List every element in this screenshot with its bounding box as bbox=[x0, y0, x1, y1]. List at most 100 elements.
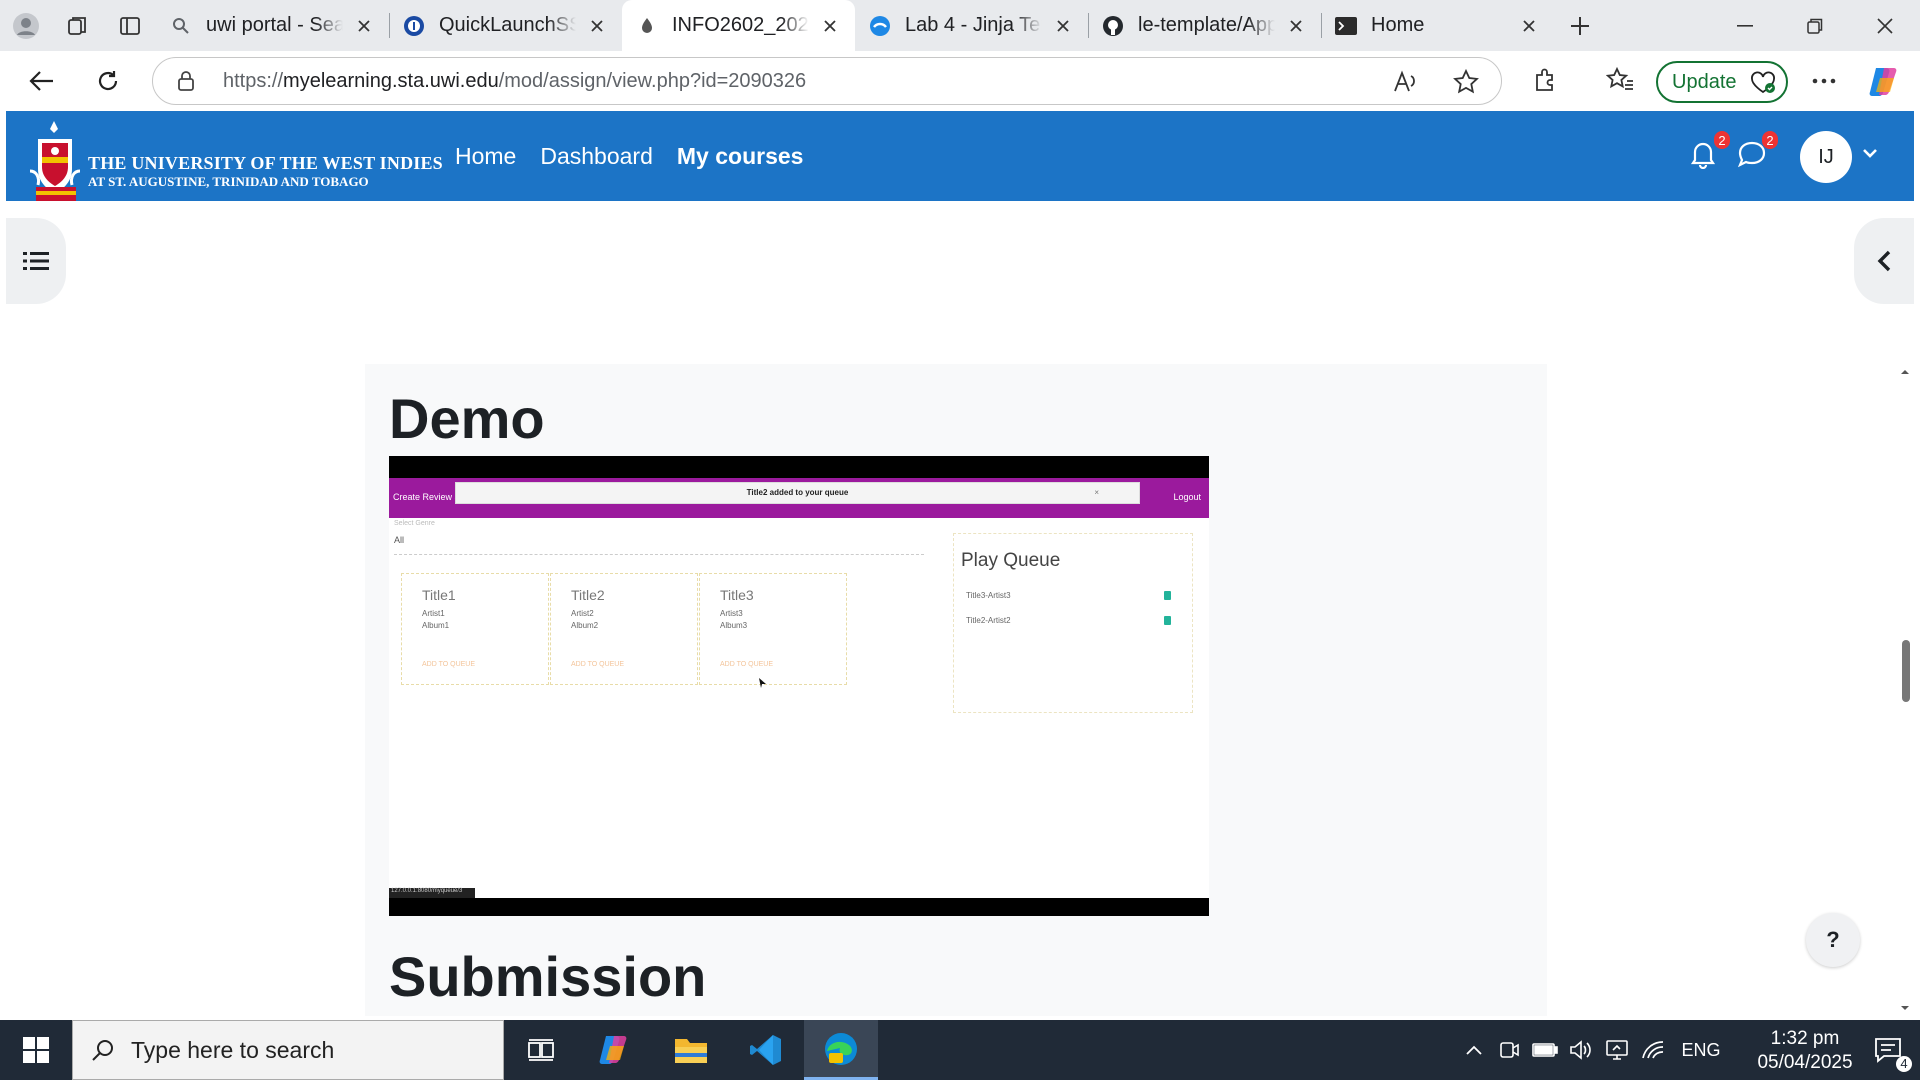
chevron-left-icon bbox=[1876, 250, 1892, 272]
clock[interactable]: 1:32 pm 05/04/2025 bbox=[1750, 1027, 1860, 1075]
messages-button[interactable]: 2 bbox=[1736, 131, 1778, 175]
taskbar-vscode[interactable] bbox=[729, 1020, 803, 1080]
notification-center-button[interactable]: 4 bbox=[1856, 1020, 1920, 1080]
taskbar-search-box[interactable]: Type here to search bbox=[72, 1020, 504, 1080]
song-artist: Artist3 bbox=[720, 609, 743, 618]
browser-tab[interactable]: uwi portal - Search bbox=[156, 0, 389, 51]
page-body: Demo Create Review 5 Logout Title2 added… bbox=[6, 201, 1914, 1016]
close-icon[interactable] bbox=[1518, 15, 1540, 37]
tab-title: uwi portal - Search bbox=[206, 14, 343, 36]
close-icon[interactable] bbox=[819, 15, 841, 37]
notifications-button[interactable]: 2 bbox=[1688, 131, 1730, 175]
close-icon[interactable] bbox=[586, 15, 608, 37]
moodle-icon bbox=[636, 15, 658, 37]
nav-home[interactable]: Home bbox=[455, 143, 516, 170]
video-song-card: Title2 Artist2 Album2 ADD TO QUEUE bbox=[550, 573, 698, 685]
taskbar-copilot[interactable] bbox=[578, 1020, 652, 1080]
song-title: Title1 bbox=[422, 587, 456, 603]
nav-my-courses[interactable]: My courses bbox=[677, 143, 804, 170]
tab-actions-icon[interactable] bbox=[104, 0, 156, 51]
close-window-icon[interactable] bbox=[1850, 0, 1920, 51]
video-status-url: 127.0.0.1:8080/myqueue/3 bbox=[389, 888, 475, 898]
copilot-icon[interactable] bbox=[1868, 64, 1902, 98]
update-button[interactable]: Update bbox=[1656, 61, 1788, 103]
windows-start-button[interactable] bbox=[0, 1020, 72, 1080]
song-title: Title2 bbox=[571, 587, 605, 603]
read-aloud-icon[interactable] bbox=[1393, 70, 1419, 94]
mouse-cursor-icon bbox=[759, 678, 767, 688]
vscode-icon bbox=[749, 1033, 783, 1067]
profile-icon[interactable] bbox=[0, 0, 52, 51]
user-avatar[interactable]: IJ bbox=[1800, 131, 1852, 183]
tab-title: Home bbox=[1371, 14, 1425, 36]
volume-icon[interactable] bbox=[1564, 1020, 1598, 1080]
close-icon[interactable] bbox=[353, 15, 375, 37]
video-toast-text: Title2 added to your queue bbox=[746, 488, 849, 497]
browser-tab[interactable]: Home bbox=[1321, 0, 1554, 51]
taskbar-search-placeholder: Type here to search bbox=[131, 1036, 335, 1063]
browser-tab[interactable]: le-template/App.p bbox=[1088, 0, 1321, 51]
video-filter-select: All bbox=[394, 535, 924, 555]
primary-navigation: Home Dashboard My courses bbox=[455, 143, 803, 170]
favorites-icon[interactable] bbox=[1606, 67, 1634, 93]
browser-tab[interactable]: Lab 4 - Jinja Templ bbox=[855, 0, 1088, 51]
song-title: Title3 bbox=[720, 587, 754, 603]
window-controls bbox=[1710, 0, 1920, 51]
battery-icon[interactable] bbox=[1528, 1020, 1562, 1080]
swirl-icon bbox=[869, 15, 891, 37]
url-text: https://myelearning.sta.uwi.edu/mod/assi… bbox=[223, 70, 807, 92]
close-icon[interactable] bbox=[1052, 15, 1074, 37]
back-icon[interactable] bbox=[20, 59, 64, 103]
wifi-icon[interactable] bbox=[1636, 1020, 1670, 1080]
language-indicator[interactable]: ENG bbox=[1676, 1020, 1726, 1080]
taskbar-edge[interactable] bbox=[804, 1020, 878, 1080]
song-album: Album2 bbox=[571, 621, 599, 630]
song-artist: Artist2 bbox=[571, 609, 594, 618]
display-icon[interactable] bbox=[1600, 1020, 1634, 1080]
new-tab-button[interactable] bbox=[1554, 0, 1606, 51]
github-icon bbox=[1102, 15, 1124, 37]
site-header: THE UNIVERSITY OF THE WEST INDIES AT ST.… bbox=[6, 111, 1914, 226]
song-album: Album3 bbox=[720, 621, 748, 630]
messages-badge: 2 bbox=[1762, 131, 1778, 149]
delete-icon bbox=[1164, 616, 1171, 625]
lock-icon[interactable] bbox=[177, 70, 195, 92]
video-frame: Create Review 5 Logout Title2 added to y… bbox=[389, 478, 1209, 898]
more-options-icon[interactable] bbox=[1810, 69, 1838, 93]
browser-tab-active[interactable]: INFO2602_2024202 bbox=[622, 0, 855, 51]
queue-item: Title3-Artist3 bbox=[966, 591, 1011, 600]
heart-pulse-icon bbox=[1750, 71, 1776, 95]
close-icon[interactable] bbox=[1285, 15, 1307, 37]
restore-icon[interactable] bbox=[1780, 0, 1850, 51]
refresh-icon[interactable] bbox=[86, 59, 130, 103]
chevron-down-icon[interactable] bbox=[1862, 147, 1878, 159]
video-toast-close: × bbox=[1094, 488, 1099, 497]
task-view-button[interactable] bbox=[504, 1020, 578, 1080]
course-index-toggle[interactable] bbox=[6, 218, 66, 304]
show-hidden-icons[interactable] bbox=[1458, 1020, 1490, 1080]
address-bar[interactable]: https://myelearning.sta.uwi.edu/mod/assi… bbox=[152, 57, 1502, 105]
search-icon bbox=[91, 1038, 115, 1062]
folder-icon bbox=[673, 1035, 709, 1065]
video-song-card: Title3 Artist3 Album3 ADD TO QUEUE bbox=[699, 573, 847, 685]
minimize-icon[interactable] bbox=[1710, 0, 1780, 51]
nav-dashboard[interactable]: Dashboard bbox=[540, 143, 653, 170]
tab-title: le-template/App.p bbox=[1138, 14, 1275, 36]
browser-tab[interactable]: QuickLaunchSSO :: bbox=[389, 0, 622, 51]
meet-now-icon[interactable] bbox=[1492, 1020, 1526, 1080]
block-drawer-toggle[interactable] bbox=[1854, 218, 1914, 304]
notification-count-badge: 4 bbox=[1896, 1056, 1912, 1072]
video-nav-bar: Create Review 5 Logout Title2 added to y… bbox=[389, 478, 1209, 518]
video-song-card: Title1 Artist1 Album1 ADD TO QUEUE bbox=[401, 573, 549, 685]
song-add-action: ADD TO QUEUE bbox=[571, 661, 625, 668]
search-icon bbox=[170, 15, 192, 37]
workspaces-icon[interactable] bbox=[52, 0, 104, 51]
taskbar-file-explorer[interactable] bbox=[654, 1020, 728, 1080]
demo-video-gif[interactable]: Create Review 5 Logout Title2 added to y… bbox=[389, 456, 1209, 916]
scrollbar-thumb[interactable] bbox=[1902, 640, 1910, 702]
edge-browser-icon bbox=[823, 1031, 859, 1067]
help-button[interactable]: ? bbox=[1806, 913, 1860, 967]
list-icon bbox=[23, 251, 49, 271]
extensions-icon[interactable] bbox=[1532, 67, 1558, 93]
favorite-star-icon[interactable] bbox=[1453, 69, 1479, 95]
